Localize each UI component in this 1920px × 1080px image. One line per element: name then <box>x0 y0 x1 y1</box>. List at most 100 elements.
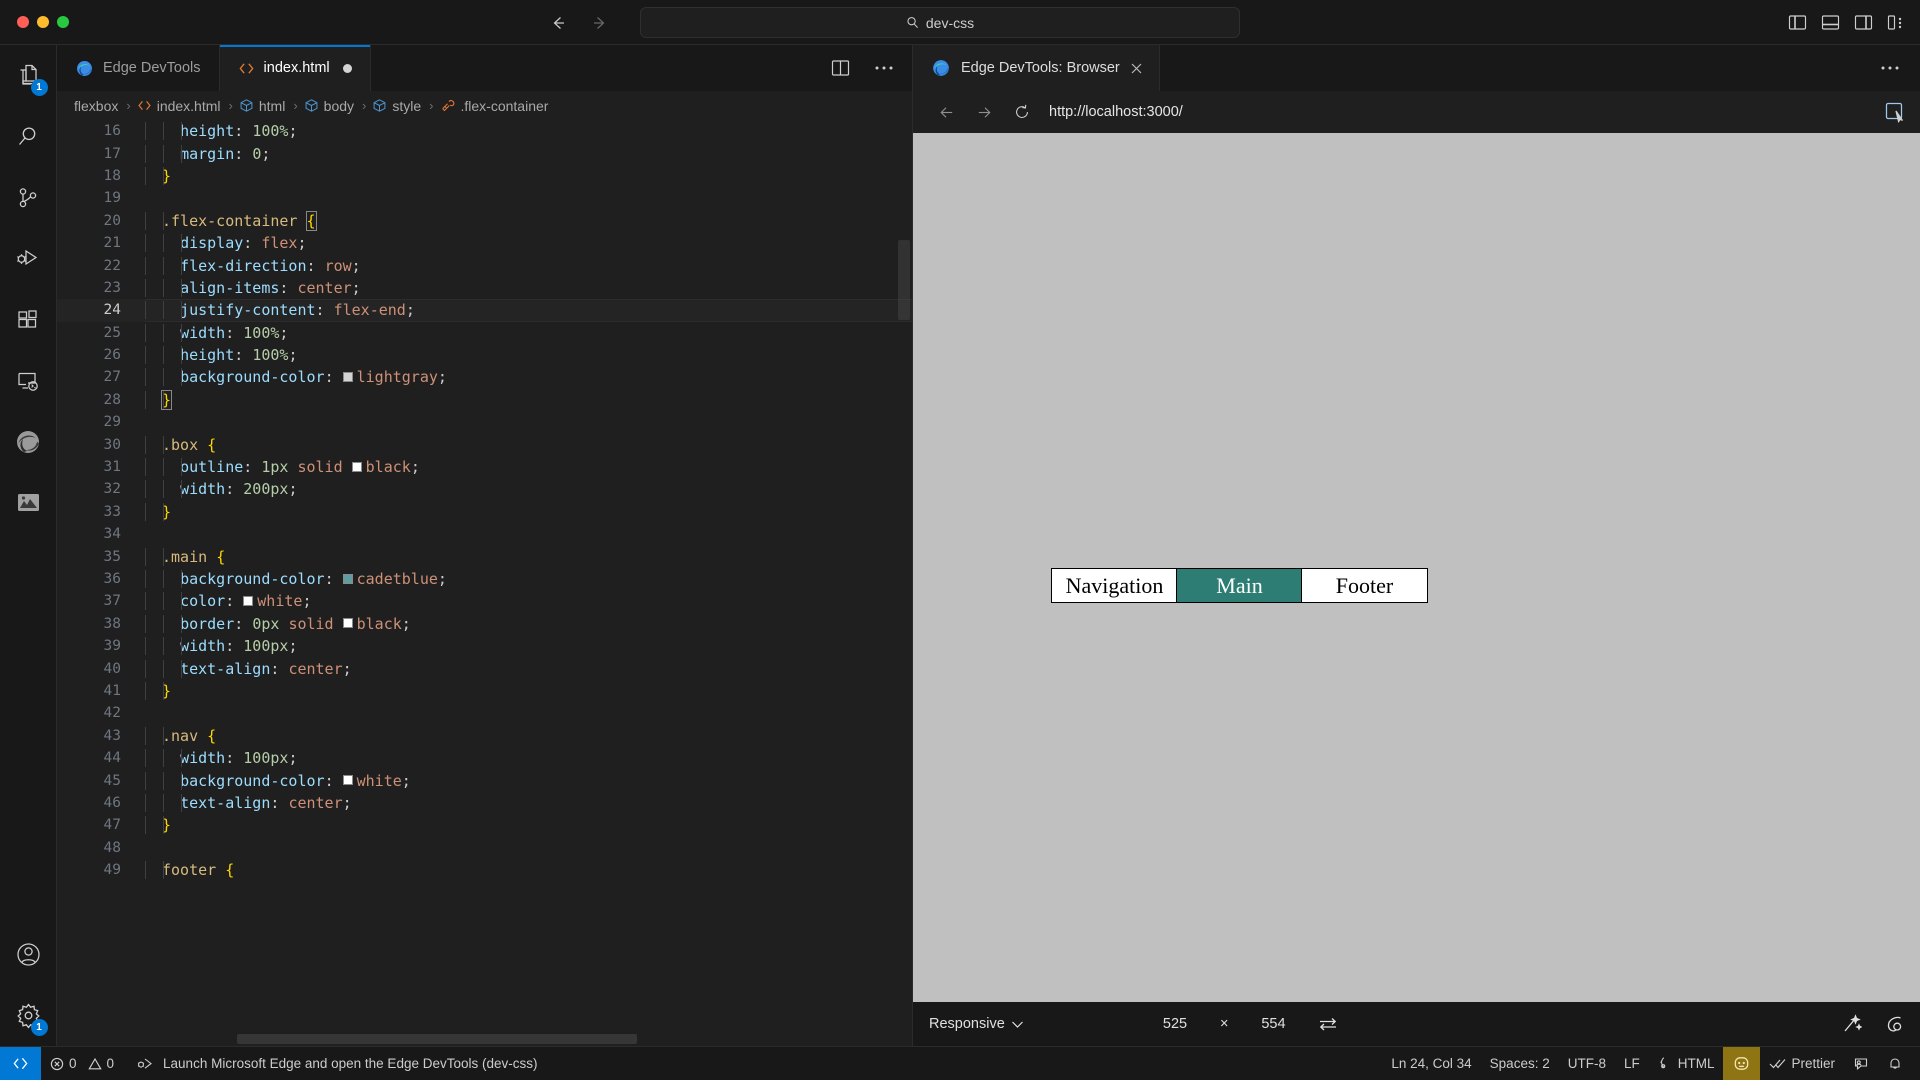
code-line[interactable]: 39 width: 100px; <box>57 635 912 657</box>
code-line[interactable]: 29 <box>57 411 912 433</box>
code-line[interactable]: 28} <box>57 389 912 411</box>
color-swatch-icon[interactable] <box>342 775 353 786</box>
viewport-height-input[interactable]: 554 <box>1256 1016 1290 1032</box>
tab-edge-devtools[interactable]: Edge DevTools <box>57 45 220 91</box>
code-line[interactable]: 46 text-align: center; <box>57 792 912 814</box>
code-line[interactable]: 23 align-items: center; <box>57 277 912 299</box>
breadcrumb-item-index-html[interactable]: index.html <box>137 98 223 114</box>
code-line[interactable]: 22 flex-direction: row; <box>57 254 912 276</box>
code-line[interactable]: 49 footer { <box>57 859 912 881</box>
breadcrumb-item-style[interactable]: style <box>372 98 423 114</box>
code-line[interactable]: 27 background-color: lightgray; <box>57 366 912 388</box>
color-swatch-icon[interactable] <box>342 573 353 584</box>
sidebar-item-run-and-debug[interactable] <box>0 228 57 289</box>
status-errors-warnings[interactable]: 0 0 <box>41 1047 123 1080</box>
accounts-button[interactable] <box>0 924 57 985</box>
toggle-primary-sidebar-icon[interactable] <box>1788 14 1807 31</box>
code-line[interactable]: 20 .flex-container { <box>57 210 912 232</box>
status-feedback[interactable] <box>1844 1047 1878 1080</box>
status-launch-task[interactable]: Launch Microsoft Edge and open the Edge … <box>123 1047 546 1080</box>
code-line[interactable]: 25 width: 100%; <box>57 322 912 344</box>
maximize-window-button[interactable] <box>57 16 69 28</box>
browser-reload-icon[interactable] <box>1003 97 1041 127</box>
remote-window-button[interactable] <box>0 1046 41 1080</box>
code-line[interactable]: 38 border: 0px solid black; <box>57 613 912 635</box>
go-forward-icon[interactable] <box>590 13 610 33</box>
status-notifications[interactable] <box>1878 1047 1912 1080</box>
sidebar-item-edge-devtools[interactable] <box>0 411 57 472</box>
customize-layout-icon[interactable] <box>1887 14 1906 31</box>
sidebar-item-remote-explorer[interactable] <box>0 350 57 411</box>
code-line[interactable]: 17 margin: 0; <box>57 142 912 164</box>
sidebar-item-perl-camel[interactable] <box>0 472 57 533</box>
code-line[interactable]: 32 width: 200px; <box>57 478 912 500</box>
editor-horizontal-scrollbar[interactable] <box>237 1034 637 1044</box>
breadcrumb-item-flex-container[interactable]: .flex-container <box>440 98 551 114</box>
status-end-of-line[interactable]: LF <box>1615 1047 1649 1080</box>
close-icon[interactable] <box>1130 62 1143 75</box>
code-line[interactable]: 31 outline: 1px solid black; <box>57 456 912 478</box>
browser-back-icon[interactable] <box>927 97 965 127</box>
code-line[interactable]: 26 height: 100%; <box>57 344 912 366</box>
code-line[interactable]: 44 width: 100px; <box>57 747 912 769</box>
color-swatch-icon[interactable] <box>342 371 353 382</box>
code-line[interactable]: 30 .box { <box>57 433 912 455</box>
code-line[interactable]: 41} <box>57 680 912 702</box>
color-swatch-icon[interactable] <box>243 595 254 606</box>
browser-viewport[interactable]: Navigation Main Footer <box>913 133 1920 1002</box>
browser-forward-icon[interactable] <box>965 97 1003 127</box>
color-swatch-icon[interactable] <box>342 618 353 629</box>
split-editor-icon[interactable] <box>831 59 850 77</box>
status-cursor-position[interactable]: Ln 24, Col 34 <box>1382 1047 1480 1080</box>
status-encoding[interactable]: UTF-8 <box>1559 1047 1615 1080</box>
close-window-button[interactable] <box>17 16 29 28</box>
ellipsis-icon[interactable] <box>874 65 894 71</box>
breadcrumb-item-body[interactable]: body <box>304 98 356 114</box>
device-selector[interactable]: Responsive <box>929 1016 1024 1032</box>
toggle-secondary-sidebar-icon[interactable] <box>1854 14 1873 31</box>
breadcrumb-item-html[interactable]: html <box>239 98 287 114</box>
sidebar-item-extensions[interactable] <box>0 289 57 350</box>
code-line[interactable]: 48 <box>57 837 912 859</box>
sidebar-item-search[interactable] <box>0 106 57 167</box>
command-center[interactable]: dev-css <box>640 7 1240 38</box>
code-line[interactable]: 19 <box>57 187 912 209</box>
tab-edge-devtools-browser[interactable]: Edge DevTools: Browser <box>913 45 1160 91</box>
sidebar-item-explorer[interactable]: 1 <box>0 45 57 106</box>
status-indentation[interactable]: Spaces: 2 <box>1481 1047 1559 1080</box>
color-swatch-icon[interactable] <box>351 461 362 472</box>
code-line[interactable]: 34 <box>57 523 912 545</box>
breadcrumb-item-flexbox[interactable]: flexbox <box>74 98 120 114</box>
editor-vertical-scrollbar[interactable] <box>898 240 910 320</box>
code-line[interactable]: 45 background-color: white; <box>57 769 912 791</box>
manage-settings-button[interactable]: 1 <box>0 985 57 1046</box>
tab-index-html[interactable]: index.html <box>219 45 371 91</box>
swap-dimensions-icon[interactable] <box>1318 1016 1338 1032</box>
code-line[interactable]: 47} <box>57 814 912 836</box>
inspect-element-icon[interactable] <box>1884 101 1906 123</box>
code-line[interactable]: 35 .main { <box>57 545 912 567</box>
code-line[interactable]: 24 justify-content: flex-end; <box>57 299 912 322</box>
code-line[interactable]: 42 <box>57 702 912 724</box>
code-line[interactable]: 18} <box>57 165 912 187</box>
code-editor[interactable]: 16 height: 100%; 17 margin: 0; 18} 19 20 .fle… <box>57 120 912 1046</box>
toggle-panel-icon[interactable] <box>1821 14 1840 31</box>
status-prettier[interactable]: Prettier <box>1760 1047 1844 1080</box>
code-line[interactable]: 16 height: 100%; <box>57 120 912 142</box>
code-line[interactable]: 43 .nav { <box>57 725 912 747</box>
code-line[interactable]: 40 text-align: center; <box>57 657 912 679</box>
go-back-icon[interactable] <box>548 13 568 33</box>
viewport-width-input[interactable]: 525 <box>1158 1016 1192 1032</box>
browser-url-text[interactable]: http://localhost:3000/ <box>1049 104 1183 120</box>
status-language-mode[interactable]: HTML <box>1649 1047 1724 1080</box>
minimize-window-button[interactable] <box>37 16 49 28</box>
code-line[interactable]: 36 background-color: cadetblue; <box>57 568 912 590</box>
code-line[interactable]: 33} <box>57 501 912 523</box>
ellipsis-icon[interactable] <box>1880 65 1900 71</box>
code-line[interactable]: 21 display: flex; <box>57 232 912 254</box>
unsaved-indicator-icon[interactable] <box>342 63 352 73</box>
code-line[interactable]: 37 color: white; <box>57 590 912 612</box>
status-edge-devtools[interactable] <box>1723 1046 1761 1080</box>
devtools-icon[interactable] <box>1884 1014 1904 1034</box>
emulation-icon[interactable] <box>1842 1014 1862 1034</box>
